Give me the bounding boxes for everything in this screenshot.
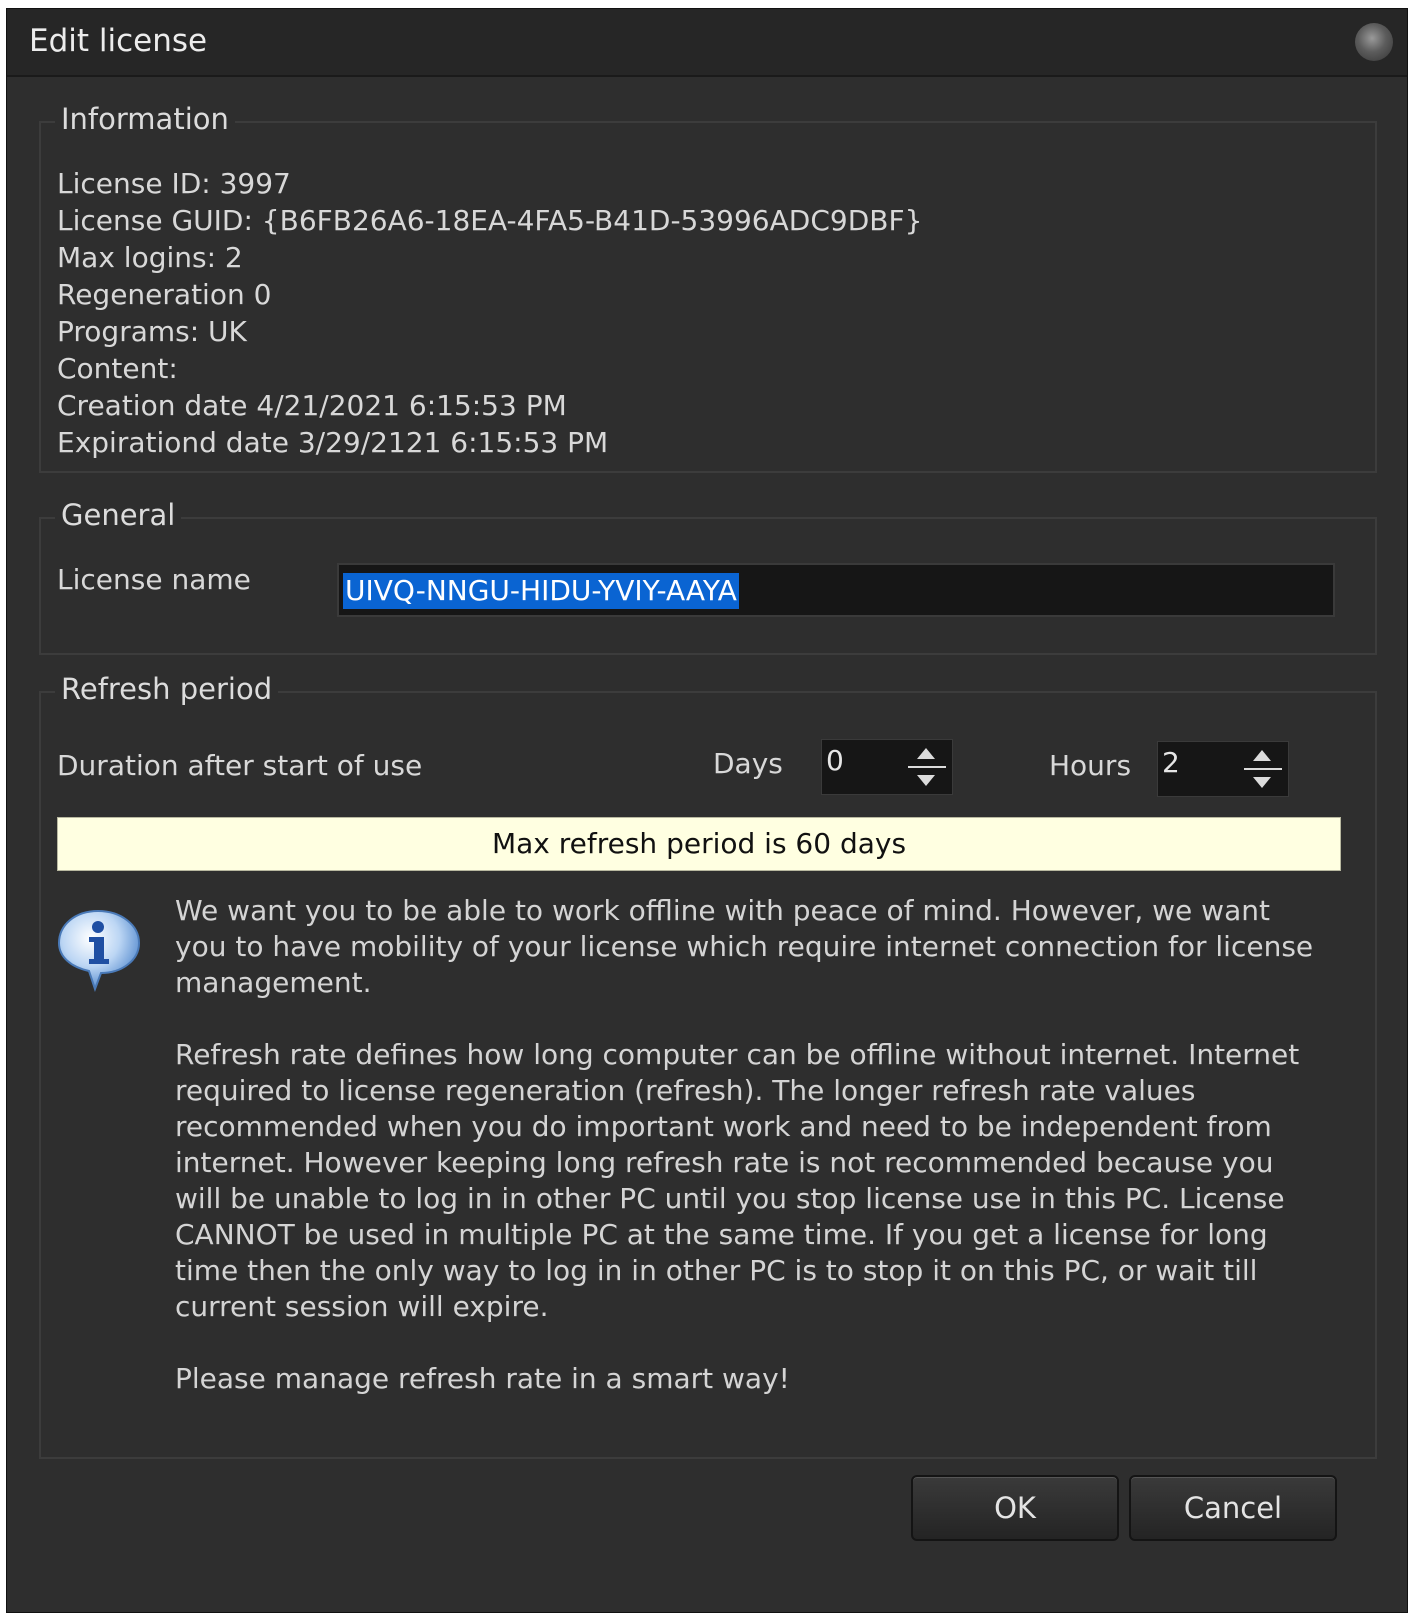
refresh-period-group: Refresh period Duration after start of u… (39, 669, 1377, 1459)
info-paragraph-1: We want you to be able to work offline w… (175, 894, 1314, 999)
spin-up-icon[interactable] (1253, 750, 1271, 761)
info-paragraph-3: Please manage refresh rate in a smart wa… (175, 1362, 790, 1395)
information-legend: Information (55, 99, 235, 139)
license-guid-line: License GUID: {B6FB26A6-18EA-4FA5-B41D-5… (57, 204, 923, 237)
spin-divider (1244, 768, 1282, 770)
license-name-label: License name (57, 563, 251, 596)
expiration-date-line: Expirationd date 3/29/2121 6:15:53 PM (57, 426, 609, 459)
window-title: Edit license (29, 23, 208, 59)
max-refresh-banner: Max refresh period is 60 days (57, 817, 1341, 871)
spin-divider (908, 766, 946, 768)
title-bar[interactable]: Edit license (7, 9, 1407, 77)
creation-date-line: Creation date 4/21/2021 6:15:53 PM (57, 389, 567, 422)
hours-stepper[interactable]: 2 (1157, 741, 1289, 797)
information-lines: License ID: 3997 License GUID: {B6FB26A6… (57, 165, 922, 461)
spin-down-icon[interactable] (917, 775, 935, 786)
edit-license-dialog: Edit license Information License ID: 399… (6, 8, 1408, 1613)
days-value: 0 (826, 744, 844, 777)
spin-up-icon[interactable] (917, 748, 935, 759)
max-logins-line: Max logins: 2 (57, 241, 243, 274)
license-name-value: UIVQ-NNGU-HIDU-YVIY-AAYA (343, 573, 739, 609)
general-group: General License name UIVQ-NNGU-HIDU-YVIY… (39, 495, 1377, 655)
license-id-line: License ID: 3997 (57, 167, 291, 200)
close-icon[interactable] (1355, 23, 1393, 61)
programs-line: Programs: UK (57, 315, 247, 348)
content-line: Content: (57, 352, 178, 385)
info-paragraph-2: Refresh rate defines how long computer c… (175, 1038, 1300, 1323)
hours-spin-buttons[interactable] (1244, 746, 1282, 792)
hours-label: Hours (1049, 749, 1132, 782)
regeneration-line: Regeneration 0 (57, 278, 272, 311)
refresh-period-legend: Refresh period (55, 669, 279, 709)
cancel-button[interactable]: Cancel (1129, 1475, 1337, 1541)
info-icon (57, 909, 141, 992)
ok-button[interactable]: OK (911, 1475, 1119, 1541)
duration-label: Duration after start of use (57, 749, 423, 782)
days-spin-buttons[interactable] (908, 744, 946, 790)
information-group: Information License ID: 3997 License GUI… (39, 99, 1377, 473)
spin-down-icon[interactable] (1253, 777, 1271, 788)
license-name-input[interactable]: UIVQ-NNGU-HIDU-YVIY-AAYA (337, 563, 1335, 617)
general-legend: General (55, 495, 182, 535)
hours-value: 2 (1162, 746, 1180, 779)
days-label: Days (713, 747, 783, 780)
days-stepper[interactable]: 0 (821, 739, 953, 795)
